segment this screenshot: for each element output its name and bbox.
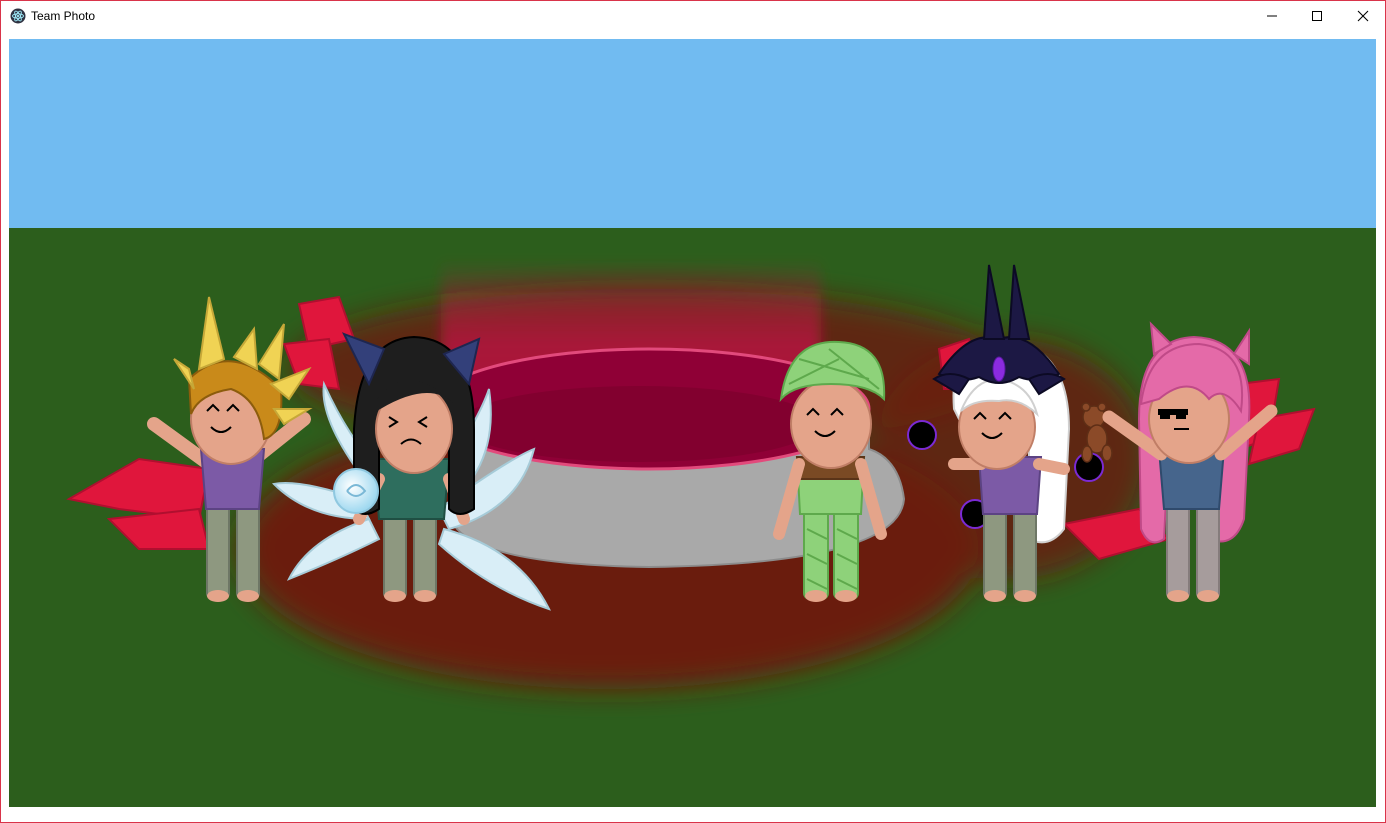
minimize-button[interactable] (1249, 1, 1295, 31)
maximize-icon (1312, 11, 1322, 21)
window-title: Team Photo (31, 9, 96, 23)
crown-gem (992, 356, 1006, 382)
close-button[interactable] (1340, 1, 1386, 31)
scene-canvas (9, 39, 1376, 807)
app-icon (10, 8, 26, 24)
spirit-orb (333, 468, 379, 514)
minimize-icon (1267, 15, 1277, 17)
game-viewport[interactable] (9, 39, 1376, 807)
dark-orb (907, 420, 937, 450)
sky (9, 39, 1376, 228)
maximize-button[interactable] (1294, 1, 1340, 31)
close-icon (1357, 10, 1369, 22)
title-bar[interactable]: Team Photo (1, 1, 1385, 31)
app-window: Team Photo (0, 0, 1386, 823)
